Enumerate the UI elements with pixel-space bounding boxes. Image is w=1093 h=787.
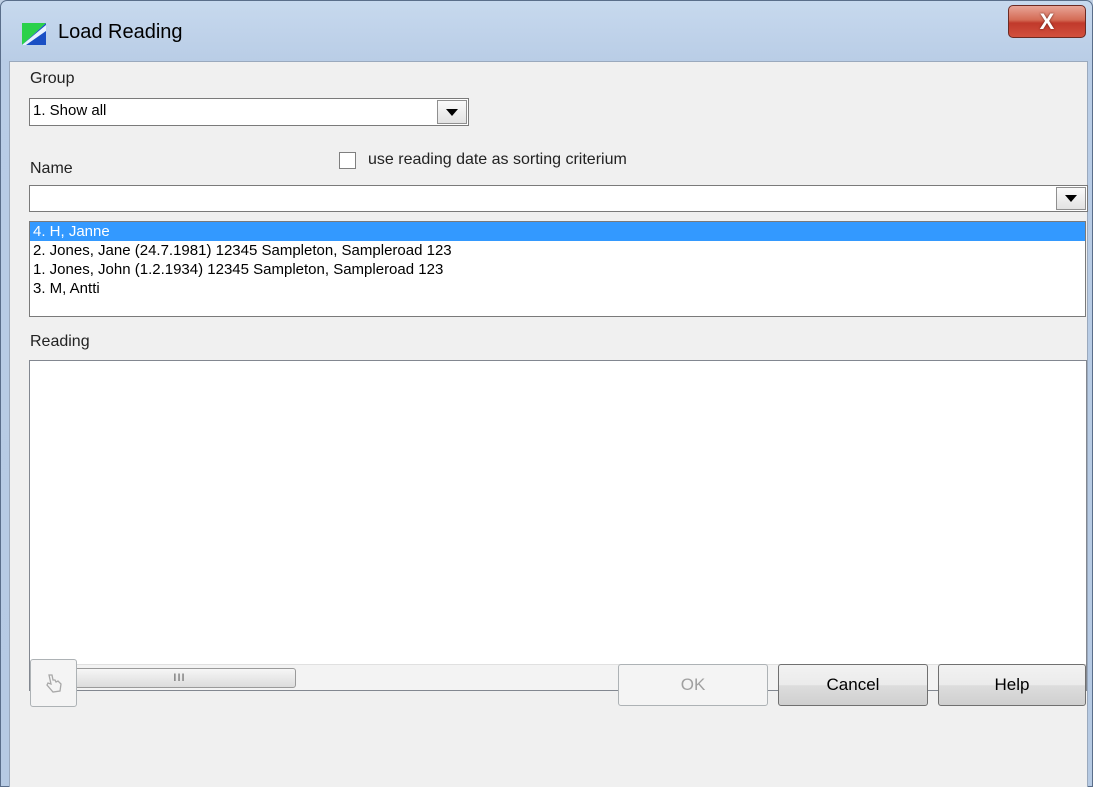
- list-item[interactable]: 3. M, Antti: [30, 279, 1085, 298]
- reading-label: Reading: [30, 333, 90, 350]
- close-button[interactable]: X: [1008, 5, 1086, 38]
- title-bar[interactable]: Load Reading X: [1, 1, 1092, 61]
- tool-button[interactable]: [30, 659, 77, 707]
- hand-pointer-icon: [45, 674, 62, 693]
- ok-button[interactable]: OK: [618, 664, 768, 706]
- help-button[interactable]: Help: [938, 664, 1086, 706]
- window-title: Load Reading: [58, 21, 183, 43]
- list-item[interactable]: 4. H, Janne: [30, 222, 1085, 241]
- group-selected-value: 1. Show all: [33, 102, 107, 119]
- sort-by-date-checkbox[interactable]: [339, 152, 356, 169]
- reading-preview-area[interactable]: ◀ III ▶: [29, 360, 1087, 691]
- name-combobox[interactable]: [29, 185, 1088, 212]
- group-dropdown[interactable]: 1. Show all: [29, 98, 469, 126]
- group-label: Group: [30, 70, 75, 87]
- scroll-grip-icon: III: [173, 672, 186, 684]
- chevron-down-icon[interactable]: [1056, 187, 1086, 210]
- app-logo-icon: [22, 23, 46, 45]
- dialog-body: Group 1. Show all Name use reading date …: [9, 61, 1088, 787]
- close-icon: X: [1039, 8, 1055, 34]
- sort-by-date-label[interactable]: use reading date as sorting criterium: [368, 151, 627, 169]
- name-dropdown-list[interactable]: 4. H, Janne 2. Jones, Jane (24.7.1981) 1…: [29, 221, 1086, 317]
- name-label: Name: [30, 160, 73, 177]
- cancel-button[interactable]: Cancel: [778, 664, 928, 706]
- scrollbar-thumb[interactable]: III: [63, 668, 296, 688]
- chevron-down-icon[interactable]: [437, 100, 467, 124]
- list-item[interactable]: 1. Jones, John (1.2.1934) 12345 Sampleto…: [30, 260, 1085, 279]
- load-reading-dialog: Load Reading X Group 1. Show all Name us…: [0, 0, 1093, 787]
- list-item[interactable]: 2. Jones, Jane (24.7.1981) 12345 Samplet…: [30, 241, 1085, 260]
